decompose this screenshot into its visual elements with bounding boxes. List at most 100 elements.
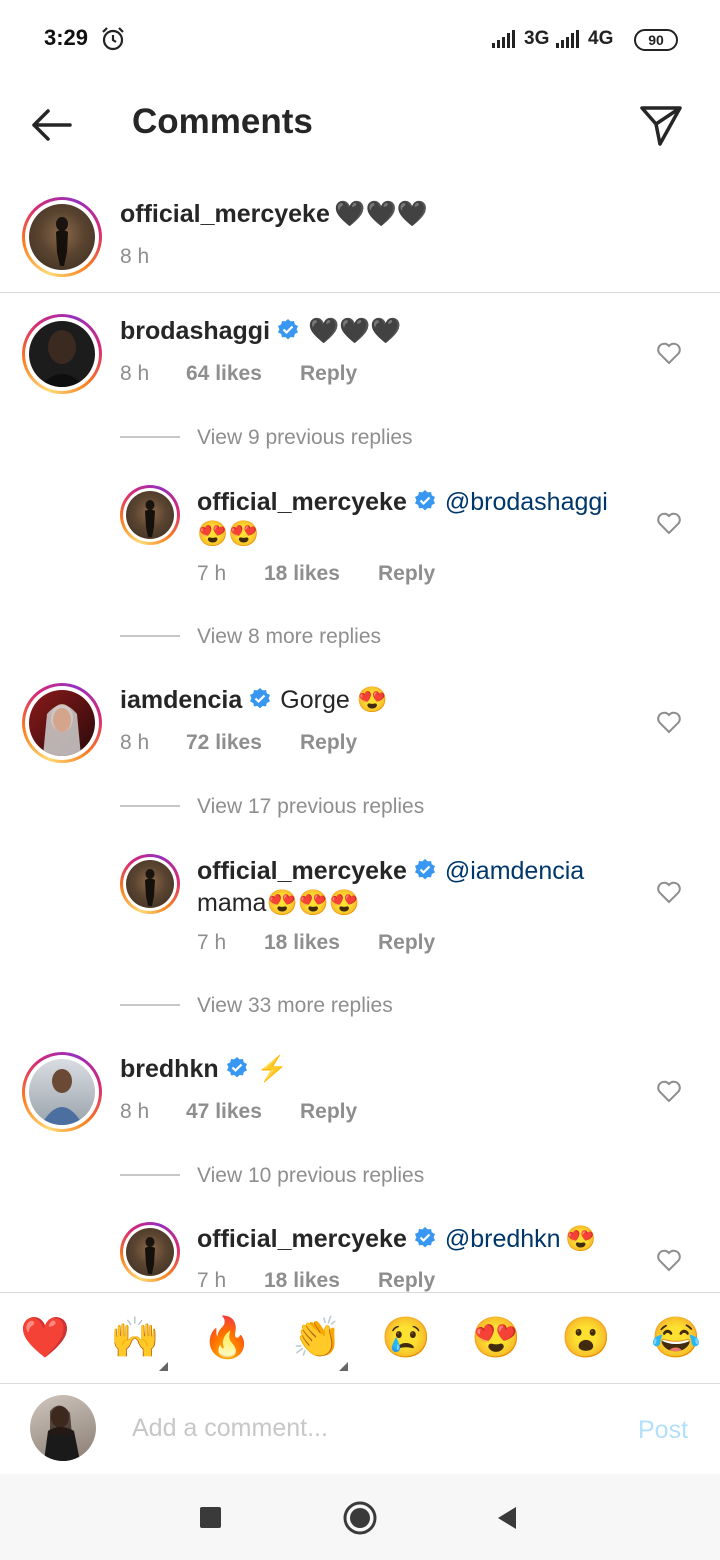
view-previous-replies[interactable]: View 9 previous replies	[197, 426, 413, 450]
alarm-icon	[102, 27, 124, 51]
emoji-raising-hands[interactable]: 🙌	[110, 1315, 160, 1361]
like-heart-icon[interactable]	[656, 510, 682, 536]
emoji-laughing[interactable]: 😂	[651, 1315, 701, 1361]
comment-composer	[0, 1383, 720, 1473]
view-previous-replies[interactable]: View 10 previous replies	[197, 1164, 424, 1188]
reply-username[interactable]: official_mercyeke	[197, 857, 407, 885]
reply-button[interactable]: Reply	[378, 1269, 435, 1292]
avatar-reply-2[interactable]	[120, 854, 180, 914]
reply-username[interactable]: official_mercyeke	[197, 488, 407, 516]
status-time: 3:29	[44, 25, 89, 50]
page-title: Comments	[132, 102, 313, 141]
view-more-replies[interactable]: View 33 more replies	[197, 994, 393, 1018]
recents-square-icon[interactable]	[200, 1507, 221, 1528]
caption-username[interactable]: official_mercyeke	[120, 200, 330, 228]
post-button[interactable]: Post	[638, 1416, 688, 1445]
comment-likes[interactable]: 72 likes	[186, 731, 262, 754]
comment-line-2: iamdencia Gorge 😍	[120, 686, 388, 715]
avatar-caption[interactable]	[22, 197, 102, 277]
emoji-clapping[interactable]: 👏	[292, 1315, 342, 1361]
my-avatar	[30, 1395, 96, 1461]
network-3g: 3G	[524, 28, 550, 49]
avatar-iamdencia[interactable]	[22, 683, 102, 763]
comment-text: Gorge 😍	[280, 686, 388, 714]
status-bar: 3:29 3G 4G 90	[0, 0, 720, 80]
reply-time: 7 h	[197, 1269, 227, 1292]
reply-likes[interactable]: 18 likes	[264, 562, 340, 585]
reply-likes[interactable]: 18 likes	[264, 931, 340, 954]
emoji-quick-bar: ❤️ 🙌 🔥 👏 😢 😍 😮 😂	[0, 1292, 720, 1384]
verified-badge-icon	[414, 1227, 435, 1248]
avatar-brodashaggi[interactable]	[22, 314, 102, 394]
caption-text: 🖤🖤🖤	[334, 200, 428, 228]
emoji-heart-eyes[interactable]: 😍	[471, 1315, 521, 1361]
reply-username[interactable]: official_mercyeke	[197, 1225, 407, 1253]
reply-button[interactable]: Reply	[378, 562, 435, 585]
comment-time: 8 h	[120, 731, 150, 754]
skin-tone-indicator	[159, 1362, 168, 1371]
reply-time: 7 h	[197, 931, 227, 954]
back-arrow-icon[interactable]	[26, 100, 76, 150]
comment-text: ⚡	[256, 1055, 288, 1083]
send-direct-icon[interactable]	[636, 100, 686, 150]
like-heart-icon[interactable]	[656, 709, 682, 735]
verified-badge-icon	[226, 1057, 247, 1078]
view-replies-line	[120, 635, 180, 637]
skin-tone-indicator	[339, 1362, 348, 1371]
reply-button[interactable]: Reply	[378, 931, 435, 954]
like-heart-icon[interactable]	[656, 340, 682, 366]
back-triangle-icon[interactable]	[496, 1505, 518, 1531]
emoji-surprised[interactable]: 😮	[561, 1315, 611, 1361]
comment-time: 8 h	[120, 362, 150, 385]
reply-mention[interactable]: @iamdencia	[445, 857, 584, 885]
caption-time: 8 h	[120, 245, 150, 268]
emoji-heart[interactable]: ❤️	[20, 1315, 70, 1361]
comment-username[interactable]: bredhkn	[120, 1055, 219, 1083]
reply-text: 😍😍	[197, 520, 260, 548]
caption-divider	[0, 292, 720, 293]
emoji-fire[interactable]: 🔥	[202, 1315, 252, 1361]
view-more-replies[interactable]: View 8 more replies	[197, 625, 381, 649]
emoji-crying[interactable]: 😢	[381, 1315, 431, 1361]
reply-text: mama😍😍😍	[197, 889, 360, 917]
avatar-reply-1[interactable]	[120, 485, 180, 545]
avatar-bredhkn[interactable]	[22, 1052, 102, 1132]
avatar-reply-3[interactable]	[120, 1222, 180, 1282]
network-4g: 4G	[588, 28, 614, 49]
comment-line-3: bredhkn ⚡	[120, 1055, 288, 1084]
reply-likes[interactable]: 18 likes	[264, 1269, 340, 1292]
comment-username[interactable]: iamdencia	[120, 686, 242, 714]
comment-input[interactable]: Add a comment...	[132, 1414, 328, 1443]
home-circle-icon[interactable]	[342, 1500, 378, 1536]
verified-badge-icon	[250, 688, 271, 709]
view-replies-line	[120, 805, 180, 807]
signal-icon-2	[556, 30, 579, 48]
view-replies-line	[120, 436, 180, 438]
reply-text: 😍	[565, 1225, 597, 1253]
system-nav-bar	[0, 1474, 720, 1560]
reply-button[interactable]: Reply	[300, 362, 357, 385]
battery-indicator: 90	[634, 29, 678, 51]
view-replies-line	[120, 1004, 180, 1006]
verified-badge-icon	[414, 490, 435, 511]
comment-likes[interactable]: 64 likes	[186, 362, 262, 385]
like-heart-icon[interactable]	[656, 879, 682, 905]
comment-username[interactable]: brodashaggi	[120, 317, 270, 345]
comment-line-1: brodashaggi 🖤🖤🖤	[120, 317, 401, 346]
reply-mention[interactable]: @brodashaggi	[445, 488, 608, 516]
reply-button[interactable]: Reply	[300, 731, 357, 754]
reply-line-2: official_mercyeke @iamdencia	[197, 857, 584, 886]
like-heart-icon[interactable]	[656, 1247, 682, 1273]
view-previous-replies[interactable]: View 17 previous replies	[197, 795, 424, 819]
reply-mention[interactable]: @bredhkn	[445, 1225, 561, 1253]
comment-text: 🖤🖤🖤	[308, 317, 402, 345]
view-replies-line	[120, 1174, 180, 1176]
like-heart-icon[interactable]	[656, 1078, 682, 1104]
signal-icon	[492, 30, 515, 48]
comment-likes[interactable]: 47 likes	[186, 1100, 262, 1123]
verified-badge-icon	[278, 319, 299, 340]
reply-button[interactable]: Reply	[300, 1100, 357, 1123]
caption-line: official_mercyeke 🖤🖤🖤	[120, 200, 428, 229]
reply-line-3: official_mercyeke @bredhkn 😍	[197, 1225, 596, 1254]
comment-time: 8 h	[120, 1100, 150, 1123]
